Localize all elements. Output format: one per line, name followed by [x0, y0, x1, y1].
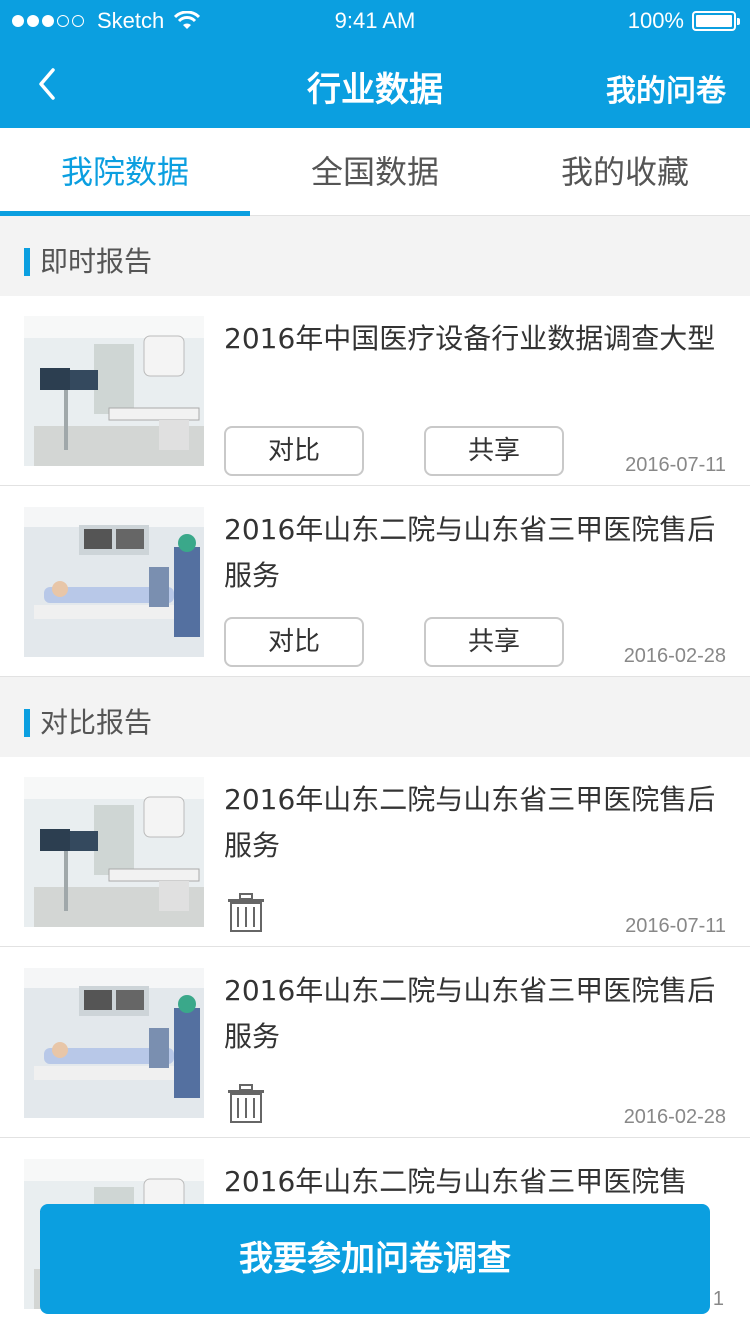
report-date: 2016-07-11	[625, 454, 726, 476]
section-accent-bar	[24, 248, 30, 276]
report-date: 1	[712, 1288, 724, 1310]
section-header-instant-report: 即时报告	[0, 216, 750, 296]
tab-our-hospital-data[interactable]: 我院数据	[0, 128, 250, 216]
report-title: 2016年山东二院与山东省三甲医院售后服务	[224, 513, 716, 592]
tab-bar: 我院数据 全国数据 我的收藏	[0, 128, 750, 216]
status-right: 100%	[627, 8, 740, 34]
tab-my-favorites[interactable]: 我的收藏	[500, 128, 750, 215]
section-title: 即时报告	[40, 245, 153, 278]
share-button[interactable]: 共享	[424, 617, 564, 667]
xray-room-image	[24, 777, 204, 927]
join-survey-button[interactable]: 我要参加问卷调查	[40, 1204, 710, 1314]
battery-percent: 100%	[627, 8, 684, 33]
report-title: 2016年中国医疗设备行业数据调查大型	[224, 322, 716, 355]
tab-national-data[interactable]: 全国数据	[250, 128, 500, 215]
report-date: 2016-02-28	[623, 645, 726, 667]
trash-icon[interactable]	[226, 893, 266, 933]
report-title: 2016年山东二院与山东省三甲医院售后服务	[224, 974, 716, 1053]
report-item[interactable]: 2016年山东二院与山东省三甲医院售后服务 对比 共享 2016-02-28	[0, 487, 750, 677]
patient-scan-image	[24, 507, 204, 657]
compare-button[interactable]: 对比	[224, 426, 364, 476]
report-title: 2016年山东二院与山东省三甲医院售后服务	[224, 783, 716, 862]
report-item[interactable]: 2016年中国医疗设备行业数据调查大型 对比 共享 2016-07-11	[0, 296, 750, 486]
report-date: 2016-07-11	[625, 915, 726, 937]
section-accent-bar	[24, 709, 30, 737]
compare-report-item[interactable]: 2016年山东二院与山东省三甲医院售后服务 2016-07-11	[0, 757, 750, 947]
battery-icon	[692, 11, 740, 31]
status-bar: Sketch 9:41 AM 100%	[0, 0, 750, 40]
compare-button[interactable]: 对比	[224, 617, 364, 667]
share-button[interactable]: 共享	[424, 426, 564, 476]
compare-report-item[interactable]: 2016年山东二院与山东省三甲医院售后服务 2016-02-28	[0, 948, 750, 1138]
my-questionnaire-link[interactable]: 我的问卷	[606, 66, 726, 110]
report-date: 2016-02-28	[623, 1106, 726, 1128]
section-title: 对比报告	[40, 706, 153, 739]
trash-icon[interactable]	[226, 1084, 266, 1124]
navigation-bar: 行业数据 我的问卷	[0, 40, 750, 128]
section-header-compare-report: 对比报告	[0, 677, 750, 757]
patient-scan-image	[24, 968, 204, 1118]
xray-room-image	[24, 316, 204, 466]
report-title: 2016年山东二院与山东省三甲医院售	[224, 1165, 688, 1198]
